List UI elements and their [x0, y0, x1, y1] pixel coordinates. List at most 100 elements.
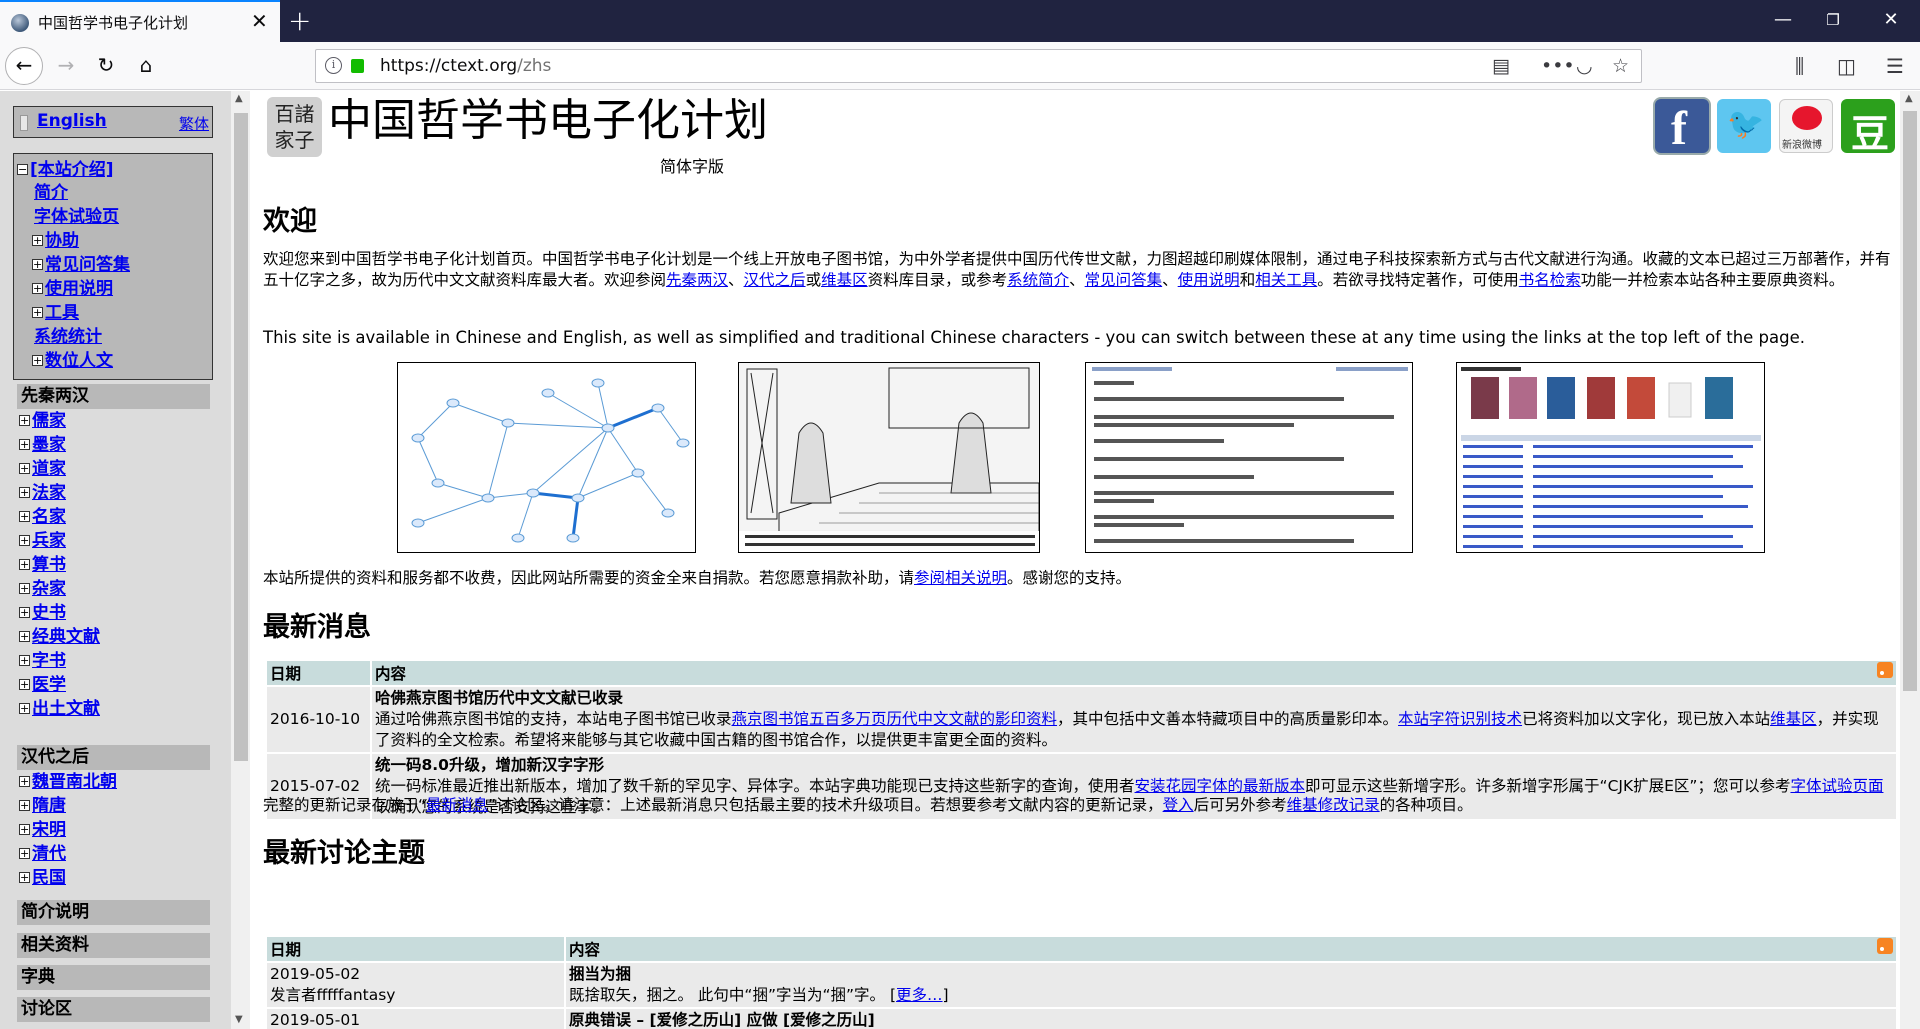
more-link[interactable]: 更多…: [896, 986, 943, 1004]
home-icon[interactable]: ⌂: [128, 48, 164, 84]
sidebar-item[interactable]: + 算书: [19, 553, 66, 577]
wiki-area-link[interactable]: 维基区: [1770, 710, 1817, 728]
section-pre-qin[interactable]: 先秦两汉: [17, 384, 210, 409]
sidebar-item-label[interactable]: 协助: [45, 231, 79, 251]
library-catalog-thumbnail[interactable]: [1456, 362, 1765, 553]
sidebar-item-label[interactable]: 儒家: [32, 411, 66, 431]
faq-link[interactable]: 常见问答集: [1085, 271, 1163, 289]
expand-icon[interactable]: +: [19, 824, 30, 835]
sidebar-item-label[interactable]: 经典文献: [32, 627, 100, 647]
sidebar-item[interactable]: + 数位人文: [32, 349, 113, 373]
minimize-icon[interactable]: —: [1760, 0, 1806, 42]
site-logo[interactable]: 百諸 家子: [267, 97, 322, 157]
sidebar-item-label[interactable]: 隋唐: [32, 796, 66, 816]
network-graph-thumbnail[interactable]: [397, 362, 696, 553]
help-link[interactable]: 使用说明: [1178, 271, 1240, 289]
sidebar-item[interactable]: + 使用说明: [32, 277, 113, 301]
sidebar-item-label[interactable]: 民国: [32, 868, 66, 888]
douban-icon[interactable]: 豆: [1841, 99, 1895, 156]
sidebar-item-label[interactable]: 医学: [32, 675, 66, 695]
pocket-icon[interactable]: ◡: [1576, 55, 1593, 77]
twitter-icon[interactable]: 🐦: [1717, 99, 1771, 153]
expand-icon[interactable]: +: [19, 679, 30, 690]
text-page-thumbnail[interactable]: [1085, 362, 1413, 553]
page-actions-icon[interactable]: •••: [1541, 55, 1575, 77]
ocr-link[interactable]: 本站字符识别技术: [1398, 710, 1522, 728]
back-icon[interactable]: ←: [5, 47, 43, 85]
expand-icon[interactable]: +: [32, 283, 43, 294]
sidebar-item[interactable]: 简介: [34, 181, 68, 205]
sidebar-item[interactable]: 字体试验页: [34, 205, 119, 229]
url-text[interactable]: https://ctext.org/zhs: [380, 56, 551, 76]
sidebar-item[interactable]: + 法家: [19, 481, 66, 505]
rss-icon[interactable]: [1877, 938, 1893, 954]
sidebar-item[interactable]: + 儒家: [19, 409, 66, 433]
expand-icon[interactable]: +: [32, 355, 43, 366]
reload-icon[interactable]: ↻: [88, 48, 124, 84]
expand-icon[interactable]: +: [19, 872, 30, 883]
forward-icon[interactable]: →: [48, 48, 84, 84]
sidebar-item[interactable]: + 出土文献: [19, 697, 100, 721]
sidebar-item-label[interactable]: 系统统计: [34, 327, 102, 347]
sidebar-item[interactable]: + 魏晋南北朝: [19, 770, 117, 794]
scroll-up-icon[interactable]: ▲: [1905, 93, 1913, 104]
expand-icon[interactable]: +: [19, 487, 30, 498]
expand-icon[interactable]: +: [19, 583, 30, 594]
sidebar-item-label[interactable]: 字书: [32, 651, 66, 671]
sidebar-item[interactable]: + 经典文献: [19, 625, 100, 649]
sidebar-item-label[interactable]: 魏晋南北朝: [32, 772, 117, 792]
sidebar-item[interactable]: + 民国: [19, 866, 66, 890]
scroll-thumb[interactable]: [234, 113, 248, 761]
sidebar-item-label[interactable]: 宋明: [32, 820, 66, 840]
scroll-up-icon[interactable]: ▲: [235, 93, 243, 104]
sidebar-item[interactable]: + 工具: [32, 301, 79, 325]
english-link[interactable]: English: [37, 111, 107, 131]
expand-icon[interactable]: +: [19, 559, 30, 570]
expand-icon[interactable]: +: [19, 800, 30, 811]
sidebar-item-label[interactable]: 使用说明: [45, 279, 113, 299]
browser-tab[interactable]: 中国哲学书电子化计划 ✕: [0, 0, 280, 42]
sidebar-scrollbar[interactable]: ▲ ▼: [230, 91, 250, 1029]
intro-link[interactable]: 系统简介: [1007, 271, 1069, 289]
close-tab-icon[interactable]: ✕: [251, 10, 268, 32]
menu-icon[interactable]: ☰: [1886, 54, 1904, 78]
expand-icon[interactable]: +: [19, 776, 30, 787]
collapse-icon[interactable]: −: [17, 164, 28, 175]
section-post-han[interactable]: 汉代之后: [17, 745, 210, 770]
sidebar-item-label[interactable]: 字体试验页: [34, 207, 119, 227]
sidebar-item-label[interactable]: 墨家: [32, 435, 66, 455]
sidebar-item[interactable]: + 医学: [19, 673, 66, 697]
wiki-changes-link[interactable]: 维基修改记录: [1287, 796, 1380, 814]
sidebar-toggle-icon[interactable]: ◫: [1837, 54, 1856, 78]
woodcut-illustration-thumbnail[interactable]: [738, 362, 1040, 553]
sidebar-item[interactable]: + 杂家: [19, 577, 66, 601]
font-test-link[interactable]: 字体试验页面: [1790, 777, 1883, 795]
wiki-link[interactable]: 维基区: [821, 271, 868, 289]
login-link[interactable]: 登入: [1163, 796, 1194, 814]
expand-icon[interactable]: +: [19, 703, 30, 714]
sidebar-item[interactable]: + 史书: [19, 601, 66, 625]
sidebar-item-label[interactable]: 道家: [32, 459, 66, 479]
library-icon[interactable]: ⫼: [1795, 54, 1804, 78]
sidebar-item[interactable]: + 常见问答集: [32, 253, 130, 277]
sidebar-item[interactable]: + 清代: [19, 842, 66, 866]
scroll-down-icon[interactable]: ▼: [235, 1014, 243, 1025]
scroll-thumb[interactable]: [1903, 111, 1917, 691]
donation-link[interactable]: 参阅相关说明: [914, 569, 1007, 587]
expand-icon[interactable]: +: [19, 511, 30, 522]
rss-icon[interactable]: [1877, 662, 1893, 678]
sidebar-item-label[interactable]: 法家: [32, 483, 66, 503]
post-han-link[interactable]: 汉代之后: [744, 271, 806, 289]
url-bar[interactable]: i https://ctext.org/zhs ▤ ••• ◡ ☆: [315, 49, 1642, 83]
latest-news-link[interactable]: 最新消息: [426, 796, 488, 814]
pre-qin-link[interactable]: 先秦两汉: [666, 271, 728, 289]
traditional-link[interactable]: 繁体: [179, 113, 209, 134]
sidebar-item[interactable]: + 墨家: [19, 433, 66, 457]
tools-link[interactable]: 相关工具: [1255, 271, 1317, 289]
sidebar-item[interactable]: + 字书: [19, 649, 66, 673]
expand-icon[interactable]: +: [19, 439, 30, 450]
yenching-link[interactable]: 燕京图书馆五百多万页历代中文文献的影印资料: [732, 710, 1058, 728]
restore-icon[interactable]: ❐: [1810, 0, 1856, 42]
sidebar-item-label[interactable]: 杂家: [32, 579, 66, 599]
site-info-icon[interactable]: i: [325, 57, 342, 74]
